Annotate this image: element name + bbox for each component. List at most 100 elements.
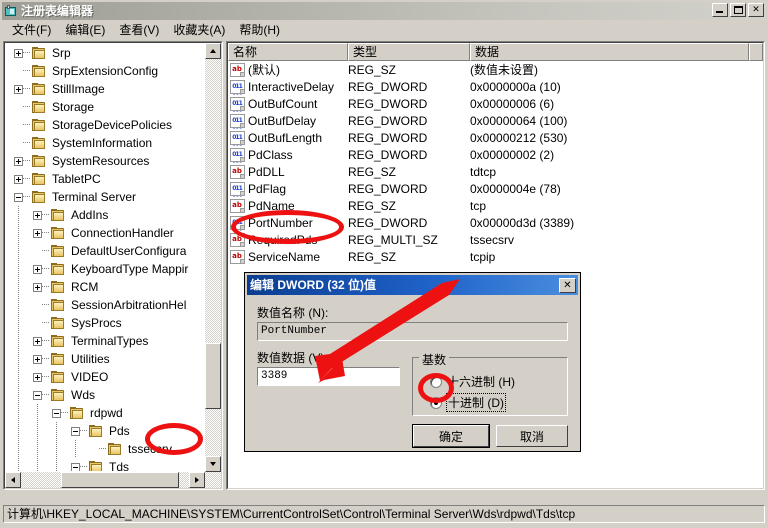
tree-item-storage[interactable]: Storage — [6, 98, 204, 116]
value-data-field[interactable]: 3389 — [257, 367, 400, 386]
tree-scroll-left-button[interactable] — [5, 472, 21, 488]
expand-icon[interactable] — [33, 210, 42, 220]
tree-connector — [42, 386, 50, 404]
column-header-name[interactable]: 名称 — [228, 43, 348, 61]
value-name-text: PortNumber — [248, 215, 313, 230]
tree-item-srpextensionconfig[interactable]: SrpExtensionConfig — [6, 62, 204, 80]
collapse-icon[interactable] — [71, 462, 80, 471]
tree-item-rdpwd[interactable]: rdpwd — [6, 404, 204, 422]
tree-horizontal-scrollbar[interactable] — [5, 472, 221, 488]
radio-decimal-dot[interactable] — [430, 396, 442, 409]
tree-vertical-scrollbar[interactable] — [205, 43, 221, 488]
tree-item-defaultuserconfigura[interactable]: DefaultUserConfigura — [6, 242, 204, 260]
tree-item-pds[interactable]: Pds — [6, 422, 204, 440]
column-header-type[interactable]: 类型 — [348, 43, 470, 61]
value-name-cell: 011110OutBufDelay — [228, 113, 348, 129]
table-row[interactable]: 011110OutBufCountREG_DWORD0x00000006 (6) — [228, 95, 763, 112]
tree-scroll-thumb[interactable] — [205, 343, 221, 409]
maximize-button[interactable] — [730, 3, 746, 17]
tree-item-systeminformation[interactable]: SystemInformation — [6, 134, 204, 152]
tree-scroll-up-button[interactable] — [205, 43, 221, 59]
radio-hexadecimal[interactable]: 十六进制 (H) — [430, 373, 515, 390]
expand-icon[interactable] — [14, 84, 23, 94]
expand-icon[interactable] — [33, 354, 42, 364]
tree-item-terminaltypes[interactable]: TerminalTypes — [6, 332, 204, 350]
table-row[interactable]: 011110PdFlagREG_DWORD0x0000004e (78) — [228, 180, 763, 197]
collapse-icon[interactable] — [33, 390, 42, 400]
value-data-label: 数值数据 (V): — [257, 351, 328, 365]
table-row[interactable]: ab RequiredPds REG_MULTI_SZ tssecsrv — [228, 231, 763, 248]
tree-indent — [6, 260, 33, 278]
tree-item-label: SystemResources — [52, 154, 150, 168]
tree-item-wds[interactable]: Wds — [6, 386, 204, 404]
expand-icon[interactable] — [14, 174, 23, 184]
tree-item-keyboardtype-mappir[interactable]: KeyboardType Mappir — [6, 260, 204, 278]
table-row[interactable]: ab PdName REG_SZ tcp — [228, 197, 763, 214]
table-row[interactable]: 011110OutBufLengthREG_DWORD0x00000212 (5… — [228, 129, 763, 146]
tree-hscroll-thumb[interactable] — [61, 472, 179, 488]
tree-item-tabletpc[interactable]: TabletPC — [6, 170, 204, 188]
tree-connector — [23, 170, 31, 188]
tree-item-video[interactable]: VIDEO — [6, 368, 204, 386]
collapse-icon[interactable] — [14, 192, 23, 202]
tree-item-systemresources[interactable]: SystemResources — [6, 152, 204, 170]
value-name-field[interactable]: PortNumber — [257, 322, 568, 341]
tree-item-label: SysProcs — [71, 316, 122, 330]
menu-help[interactable]: 帮助(H) — [232, 21, 287, 39]
expand-icon[interactable] — [33, 372, 42, 382]
tree-item-utilities[interactable]: Utilities — [6, 350, 204, 368]
radio-hex-dot[interactable] — [430, 375, 442, 388]
tree-scroll-down-button[interactable] — [205, 456, 221, 472]
tree-item-stillimage[interactable]: StillImage — [6, 80, 204, 98]
expand-icon[interactable] — [14, 48, 23, 58]
menu-edit[interactable]: 编辑(E) — [58, 21, 112, 39]
menu-favorites[interactable]: 收藏夹(A) — [166, 21, 232, 39]
window-controls: ✕ — [712, 3, 764, 17]
dialog-close-button[interactable]: ✕ — [559, 277, 576, 293]
expand-icon[interactable] — [33, 336, 42, 346]
table-row[interactable]: ab ServiceName REG_SZ tcpip — [228, 248, 763, 265]
column-header-data[interactable]: 数据 — [470, 43, 749, 61]
tree-connector — [23, 62, 31, 80]
expand-icon[interactable] — [14, 156, 23, 166]
tree-item-terminal-server[interactable]: Terminal Server — [6, 188, 204, 206]
menu-view[interactable]: 查看(V) — [112, 21, 166, 39]
tree-item-addins[interactable]: AddIns — [6, 206, 204, 224]
registry-tree[interactable]: Srp SrpExtensionConfig StillImage Storage St… — [6, 44, 204, 471]
radio-decimal[interactable]: 十进制 (D) — [430, 393, 506, 412]
menu-file[interactable]: 文件(F) — [5, 21, 58, 39]
expand-icon[interactable] — [33, 264, 42, 274]
value-name-text: OutBufCount — [248, 96, 318, 111]
table-row[interactable]: 011110OutBufDelayREG_DWORD0x00000064 (10… — [228, 112, 763, 129]
tree-item-tds[interactable]: Tds — [6, 458, 204, 471]
expand-icon[interactable] — [33, 228, 42, 238]
tree-item-sysprocs[interactable]: SysProcs — [6, 314, 204, 332]
close-button[interactable]: ✕ — [748, 3, 764, 17]
value-name-text: ServiceName — [248, 249, 321, 264]
minimize-button[interactable] — [712, 3, 728, 17]
ok-button[interactable]: 确定 — [412, 424, 490, 448]
tree-item-tssecsrv[interactable]: tssecsrv — [6, 440, 204, 458]
table-row[interactable]: ab PdDLL REG_SZ tdtcp — [228, 163, 763, 180]
radio-decimal-label: 十进制 (D) — [446, 393, 506, 412]
table-row[interactable]: 011110PdClassREG_DWORD0x00000002 (2) — [228, 146, 763, 163]
value-name-text: PdFlag — [248, 181, 287, 196]
tree-item-rcm[interactable]: RCM — [6, 278, 204, 296]
tree-item-connectionhandler[interactable]: ConnectionHandler — [6, 224, 204, 242]
tree-scroll-right-button[interactable] — [189, 472, 205, 488]
collapse-icon[interactable] — [52, 408, 61, 418]
expand-icon[interactable] — [33, 282, 42, 292]
tree-item-srp[interactable]: Srp — [6, 44, 204, 62]
tree-connector — [42, 368, 50, 386]
table-row[interactable]: 011110InteractiveDelayREG_DWORD0x0000000… — [228, 78, 763, 95]
tree-item-storagedevicepolicies[interactable]: StorageDevicePolicies — [6, 116, 204, 134]
tree-indent — [6, 422, 71, 440]
tree-item-sessionarbitrationhel[interactable]: SessionArbitrationHel — [6, 296, 204, 314]
table-row[interactable]: 011110PortNumberREG_DWORD0x00000d3d (338… — [228, 214, 763, 231]
table-row[interactable]: ab (默认) REG_SZ (数值未设置) — [228, 61, 763, 78]
column-header-extra[interactable] — [749, 43, 763, 61]
dword-value-icon: 011110 — [230, 181, 245, 197]
cancel-button[interactable]: 取消 — [496, 425, 568, 447]
collapse-icon[interactable] — [71, 426, 80, 436]
